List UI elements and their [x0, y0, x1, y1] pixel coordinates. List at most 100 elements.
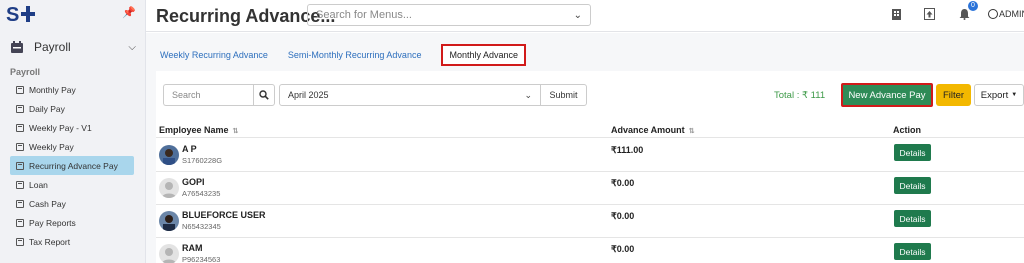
search-button[interactable]: [253, 84, 275, 106]
sidebar-item-weekly-pay-v1[interactable]: Weekly Pay - V1: [10, 118, 134, 137]
avatar-placeholder-icon: [159, 244, 179, 263]
tab-weekly-recurring-advance[interactable]: Weekly Recurring Advance: [160, 47, 268, 63]
advance-amount: ₹0.00: [611, 211, 635, 221]
top-bar: Recurring Advance... Search for Menus...…: [146, 0, 1024, 32]
column-label: Employee Name: [159, 125, 229, 135]
sidebar: S 📌 Payroll ⌵ Payroll Monthly Pay Daily …: [0, 0, 146, 263]
payroll-icon: [11, 41, 23, 53]
employee-id: P96234563: [182, 255, 221, 263]
upload-icon[interactable]: [924, 8, 935, 20]
pin-icon[interactable]: 📌: [122, 6, 136, 19]
tab-monthly-advance[interactable]: Monthly Advance: [441, 44, 526, 66]
details-button[interactable]: Details: [894, 210, 931, 227]
tab-semi-monthly-recurring-advance[interactable]: Semi-Monthly Recurring Advance: [288, 47, 422, 63]
month-select[interactable]: April 2025 ⌄: [279, 84, 541, 106]
employee-photo: [159, 211, 179, 231]
sidebar-item-label: Tax Report: [29, 236, 71, 247]
table-row: GOPI A76543235 ₹0.00 Details: [156, 172, 1024, 205]
column-header-action: Action: [893, 125, 921, 135]
building-icon[interactable]: [891, 8, 902, 20]
employee-id: N65432345: [182, 222, 221, 231]
search-placeholder: Search: [172, 90, 201, 100]
table-row: BLUEFORCE USER N65432345 ₹0.00 Details: [156, 205, 1024, 238]
sidebar-item-label: Recurring Advance Pay: [29, 160, 118, 171]
report-icon: [16, 218, 24, 227]
sort-icon: ⇅: [232, 128, 239, 135]
column-label: Advance Amount: [611, 125, 685, 135]
loan-icon: [16, 180, 24, 189]
total-amount: Total : ₹ 111: [774, 90, 826, 101]
export-label: Export: [980, 89, 1009, 101]
new-advance-pay-button[interactable]: New Advance Pay: [841, 83, 933, 107]
chevron-down-icon[interactable]: ⌵: [128, 42, 136, 53]
caret-down-icon: ▼: [1011, 92, 1018, 98]
sidebar-item-cash-pay[interactable]: Cash Pay: [10, 194, 134, 213]
table-row: RAM P96234563 ₹0.00 Details: [156, 238, 1024, 263]
sidebar-item-label: Weekly Pay - V1: [29, 122, 92, 133]
calendar-icon: [16, 104, 24, 113]
sidebar-item-pay-reports[interactable]: Pay Reports: [10, 213, 134, 232]
month-select-value: April 2025: [288, 90, 329, 100]
details-button[interactable]: Details: [894, 144, 931, 161]
app-logo[interactable]: S: [6, 4, 40, 24]
module-label: Payroll: [34, 40, 71, 54]
chevron-down-icon: ⌄: [524, 89, 532, 100]
sort-icon: ⇅: [688, 128, 695, 135]
sidebar-item-monthly-pay[interactable]: Monthly Pay: [10, 80, 134, 99]
sidebar-item-tax-report[interactable]: Tax Report: [10, 232, 134, 251]
avatar-placeholder-icon: [159, 178, 179, 198]
svg-text:S: S: [6, 4, 19, 24]
menu-search-placeholder: Search for Menus...: [316, 9, 412, 21]
sidebar-section-title: Payroll: [10, 67, 41, 77]
main-content: Weekly Recurring Advance Semi-Monthly Re…: [146, 33, 1024, 263]
user-label: ADMIN: [999, 9, 1024, 19]
advance-amount: ₹0.00: [611, 178, 635, 188]
advance-card: Search April 2025 ⌄ Submit Total : ₹ 111…: [156, 71, 1024, 263]
sidebar-item-recurring-advance-pay[interactable]: Recurring Advance Pay: [10, 156, 134, 175]
search-input[interactable]: Search: [163, 84, 253, 106]
employee-photo: [159, 145, 179, 165]
sidebar-item-label: Cash Pay: [29, 198, 66, 209]
menu-search-select[interactable]: Search for Menus... ⌄: [307, 4, 591, 26]
table-row: A P S1760228G ₹111.00 Details: [156, 139, 1024, 172]
sidebar-item-loan[interactable]: Loan: [10, 175, 134, 194]
user-menu[interactable]: ADMIN: [988, 9, 1024, 19]
details-button[interactable]: Details: [894, 177, 931, 194]
details-button[interactable]: Details: [894, 243, 931, 260]
sidebar-item-daily-pay[interactable]: Daily Pay: [10, 99, 134, 118]
chevron-down-icon: ⌄: [573, 9, 582, 21]
cash-icon: [16, 199, 24, 208]
table-header: Employee Name ⇅ Advance Amount ⇅ Action: [156, 121, 1024, 138]
employee-name: A P: [182, 144, 197, 154]
sidebar-item-weekly-pay[interactable]: Weekly Pay: [10, 137, 134, 156]
calendar-icon: [16, 161, 24, 170]
employee-id: A76543235: [182, 189, 221, 198]
sidebar-item-label: Loan: [29, 179, 48, 190]
user-icon: [988, 9, 998, 19]
tab-bar: Weekly Recurring Advance Semi-Monthly Re…: [160, 44, 546, 66]
sidebar-item-label: Daily Pay: [29, 103, 65, 114]
employee-name: RAM: [182, 243, 203, 253]
employee-id: S1760228G: [182, 156, 223, 165]
column-header-employee-name[interactable]: Employee Name ⇅: [159, 125, 238, 135]
column-header-advance-amount[interactable]: Advance Amount ⇅: [611, 125, 695, 135]
notification-badge: 0: [968, 1, 978, 11]
calendar-icon: [16, 123, 24, 132]
module-payroll[interactable]: Payroll ⌵: [10, 38, 136, 56]
advance-amount: ₹0.00: [611, 244, 635, 254]
advance-amount: ₹111.00: [611, 145, 644, 155]
sidebar-item-label: Weekly Pay: [29, 141, 74, 152]
bell-icon[interactable]: [959, 8, 970, 20]
sidebar-item-label: Pay Reports: [29, 217, 76, 228]
export-button[interactable]: Export ▼: [974, 84, 1024, 106]
sidebar-item-label: Monthly Pay: [29, 84, 76, 95]
employee-name: GOPI: [182, 177, 205, 187]
search-group: Search: [163, 84, 275, 106]
employee-name: BLUEFORCE USER: [182, 210, 266, 220]
filter-button[interactable]: Filter: [936, 84, 971, 106]
calendar-icon: [16, 85, 24, 94]
sidebar-menu: Monthly Pay Daily Pay Weekly Pay - V1 We…: [10, 80, 134, 251]
calendar-icon: [16, 142, 24, 151]
submit-button[interactable]: Submit: [540, 84, 587, 106]
tax-report-icon: [16, 237, 24, 246]
